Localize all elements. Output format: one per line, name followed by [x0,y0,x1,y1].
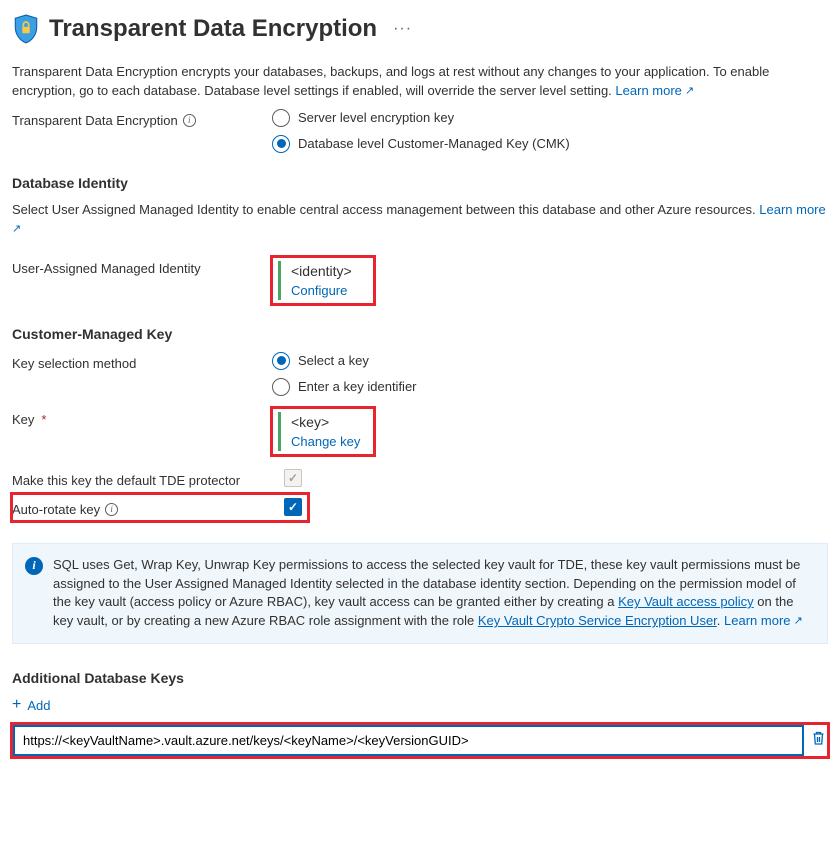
highlight-identity: <identity> Configure [272,257,374,304]
key-selection-label: Key selection method [12,352,272,371]
radio-db-level-cmk[interactable]: Database level Customer-Managed Key (CMK… [272,135,828,153]
radio-enter-key-identifier[interactable]: Enter a key identifier [272,378,828,396]
uami-label: User-Assigned Managed Identity [12,257,272,276]
tde-mode-label: Transparent Data Encryption i [12,109,272,128]
autorotate-checkbox[interactable]: ✓ [284,498,302,516]
default-protector-checkbox: ✓ [284,469,302,487]
intro-learn-more-link[interactable]: Learn more [615,83,694,98]
check-icon: ✓ [288,501,298,513]
add-key-button[interactable]: + Add [12,696,828,714]
plus-icon: + [12,696,21,714]
radio-checked-icon [272,135,290,153]
section-database-identity: Database Identity [12,175,828,191]
default-protector-label: Make this key the default TDE protector [12,469,272,488]
infobox-learn-more-link[interactable]: Learn more [724,613,803,628]
more-actions-icon[interactable]: ··· [393,20,412,38]
required-asterisk: * [41,412,46,427]
section-additional-keys: Additional Database Keys [12,670,828,686]
radio-checked-icon [272,352,290,370]
info-icon[interactable]: i [105,503,118,516]
key-selected-block: <key> Change key [278,412,368,451]
highlight-key-input [12,724,828,757]
autorotate-row: Auto-rotate key i ✓ [12,494,308,521]
autorotate-label: Auto-rotate key i [12,498,272,517]
identity-desc: Select User Assigned Managed Identity to… [12,201,828,239]
key-label: Key* [12,408,272,427]
page-header: Transparent Data Encryption ··· [12,12,828,45]
uami-row: User-Assigned Managed Identity <identity… [12,257,828,304]
page-title: Transparent Data Encryption [49,15,377,43]
key-value: <key> [291,414,368,430]
key-selection-row: Key selection method Select a key Enter … [12,352,828,396]
radio-unchecked-icon [272,109,290,127]
radio-server-level-key[interactable]: Server level encryption key [272,109,828,127]
info-icon[interactable]: i [183,114,196,127]
key-row: Key* <key> Change key [12,408,828,455]
kv-access-policy-link[interactable]: Key Vault access policy [618,594,754,609]
tde-mode-row: Transparent Data Encryption i Server lev… [12,109,828,153]
identity-configure-link[interactable]: Configure [291,283,347,298]
change-key-link[interactable]: Change key [291,434,360,449]
identity-value: <identity> [291,263,368,279]
shield-lock-icon [12,12,39,45]
info-icon: i [25,557,43,575]
delete-key-icon[interactable] [811,730,826,751]
permissions-infobox: i SQL uses Get, Wrap Key, Unwrap Key per… [12,543,828,644]
infobox-text: SQL uses Get, Wrap Key, Unwrap Key permi… [53,556,813,631]
highlight-key: <key> Change key [272,408,374,455]
kv-crypto-role-link[interactable]: Key Vault Crypto Service Encryption User [478,613,717,628]
radio-select-a-key[interactable]: Select a key [272,352,828,370]
radio-unchecked-icon [272,378,290,396]
additional-key-input[interactable] [14,726,803,755]
intro-text: Transparent Data Encryption encrypts you… [12,63,828,101]
default-protector-row: Make this key the default TDE protector … [12,469,828,488]
check-icon: ✓ [288,472,298,484]
identity-selected-block: <identity> Configure [278,261,368,300]
section-cmk: Customer-Managed Key [12,326,828,342]
